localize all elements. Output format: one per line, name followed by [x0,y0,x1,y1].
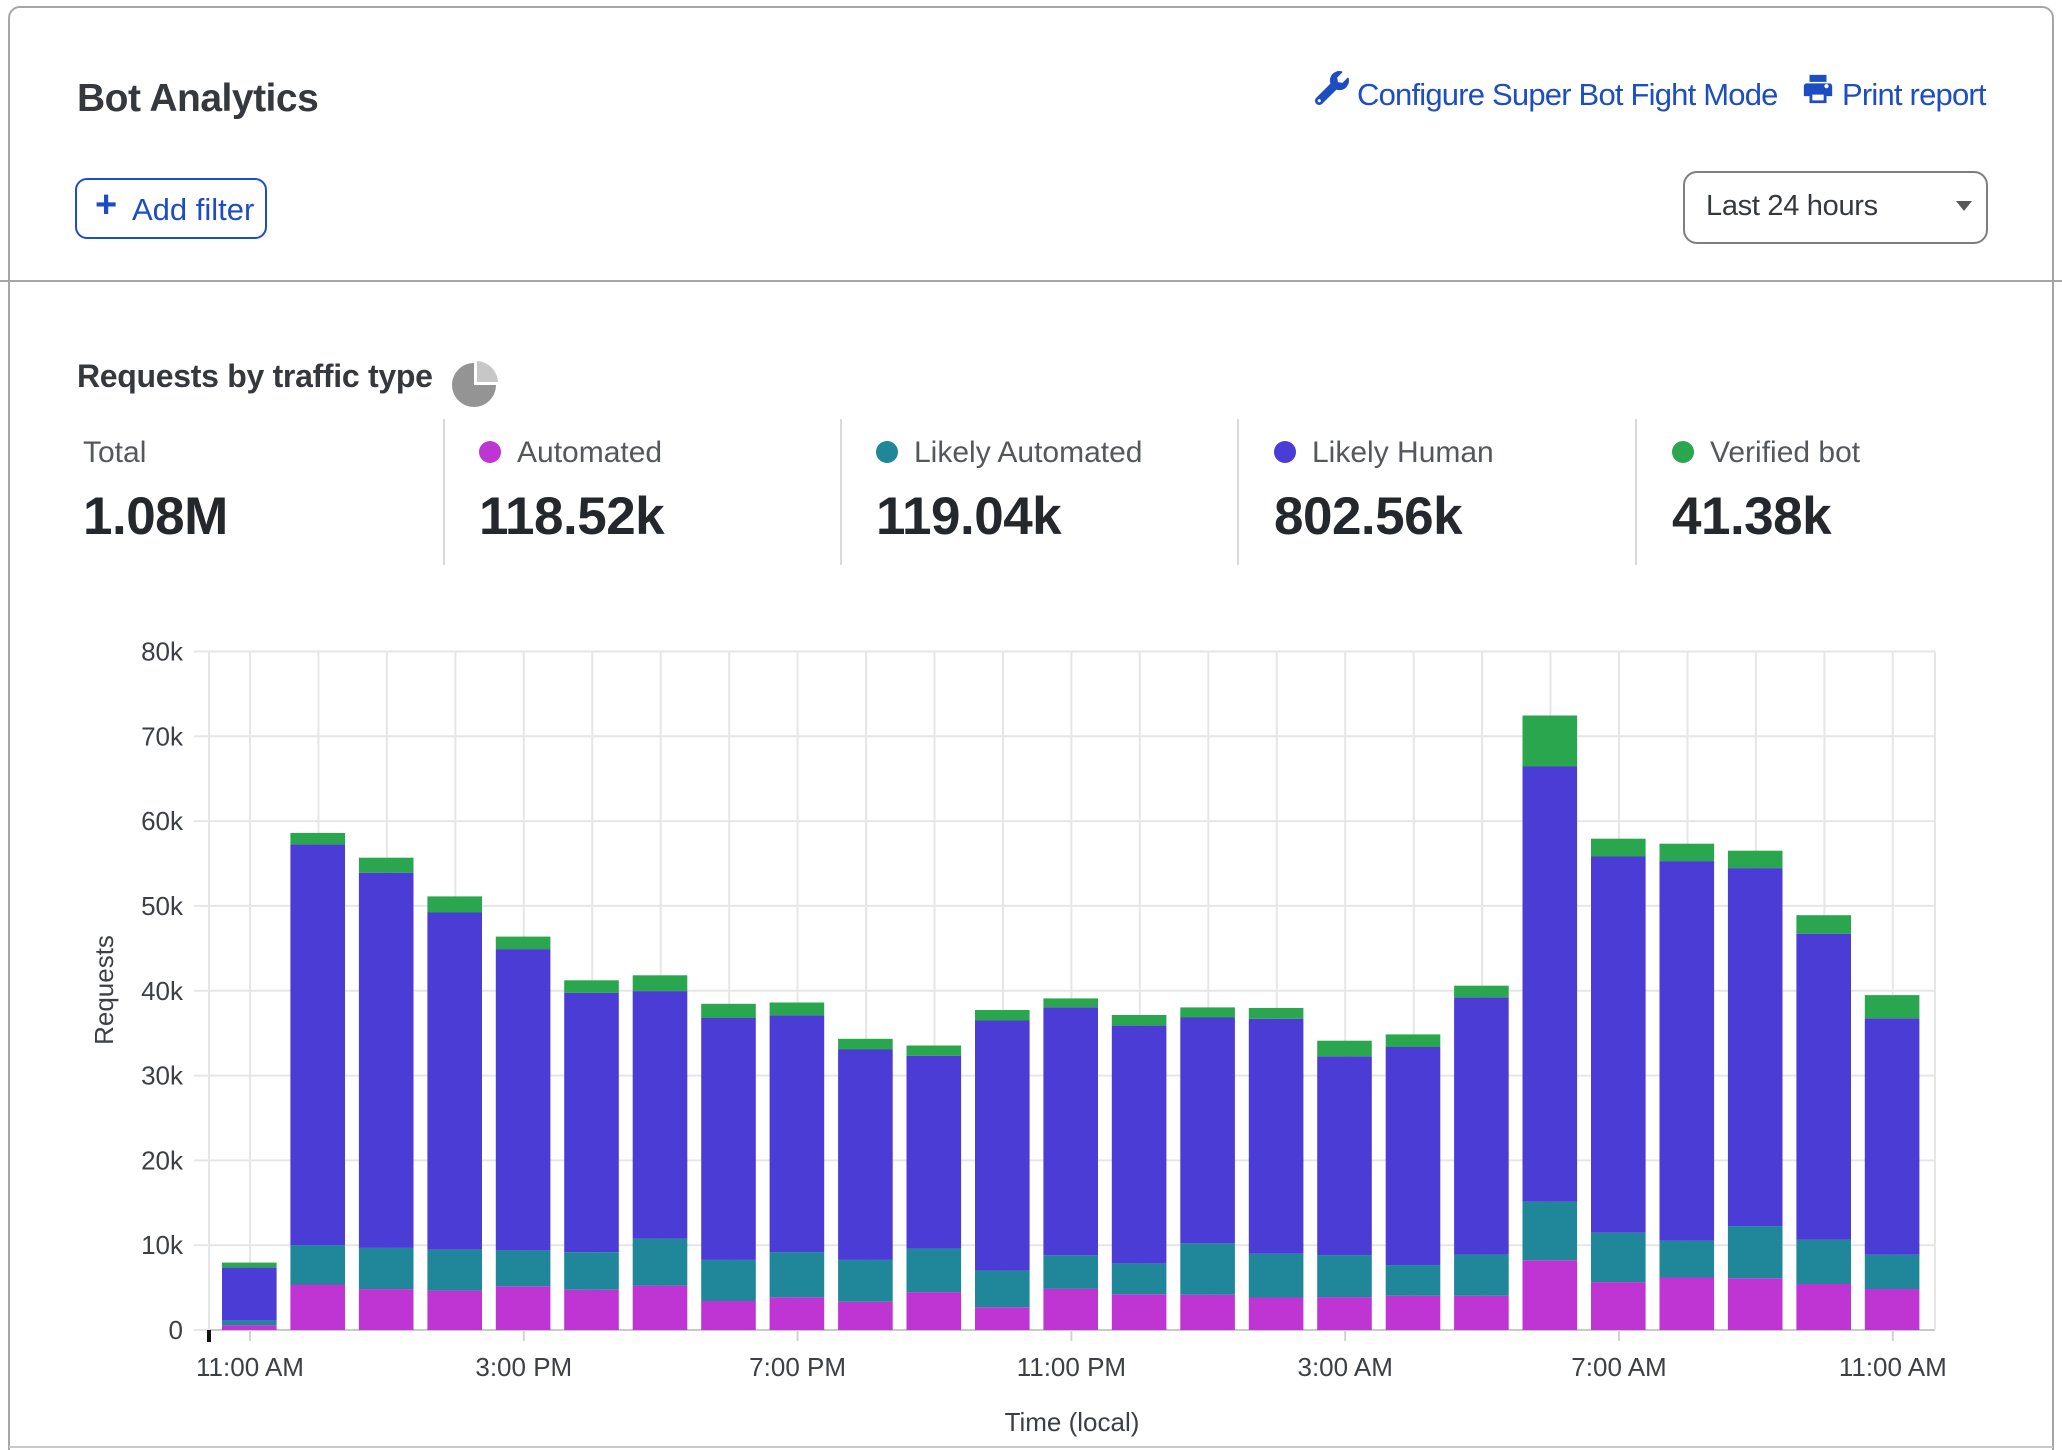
svg-text:7:00 PM: 7:00 PM [749,1352,846,1382]
svg-text:50k: 50k [141,891,184,921]
svg-text:60k: 60k [141,806,184,836]
svg-text:Requests: Requests [89,935,119,1045]
svg-text:3:00 PM: 3:00 PM [475,1352,572,1382]
svg-text:30k: 30k [141,1061,184,1091]
svg-text:11:00 AM: 11:00 AM [196,1352,304,1382]
svg-text:40k: 40k [141,976,184,1006]
svg-text:70k: 70k [141,721,184,751]
svg-text:80k: 80k [141,637,184,667]
svg-text:20k: 20k [141,1145,184,1175]
svg-text:7:00 AM: 7:00 AM [1571,1352,1666,1382]
svg-text:10k: 10k [141,1230,184,1260]
svg-text:11:00 PM: 11:00 PM [1017,1352,1126,1382]
svg-text:0: 0 [169,1315,183,1345]
svg-text:Time (local): Time (local) [1005,1407,1140,1437]
svg-text:3:00 AM: 3:00 AM [1297,1352,1392,1382]
svg-text:11:00 AM: 11:00 AM [1839,1352,1947,1382]
